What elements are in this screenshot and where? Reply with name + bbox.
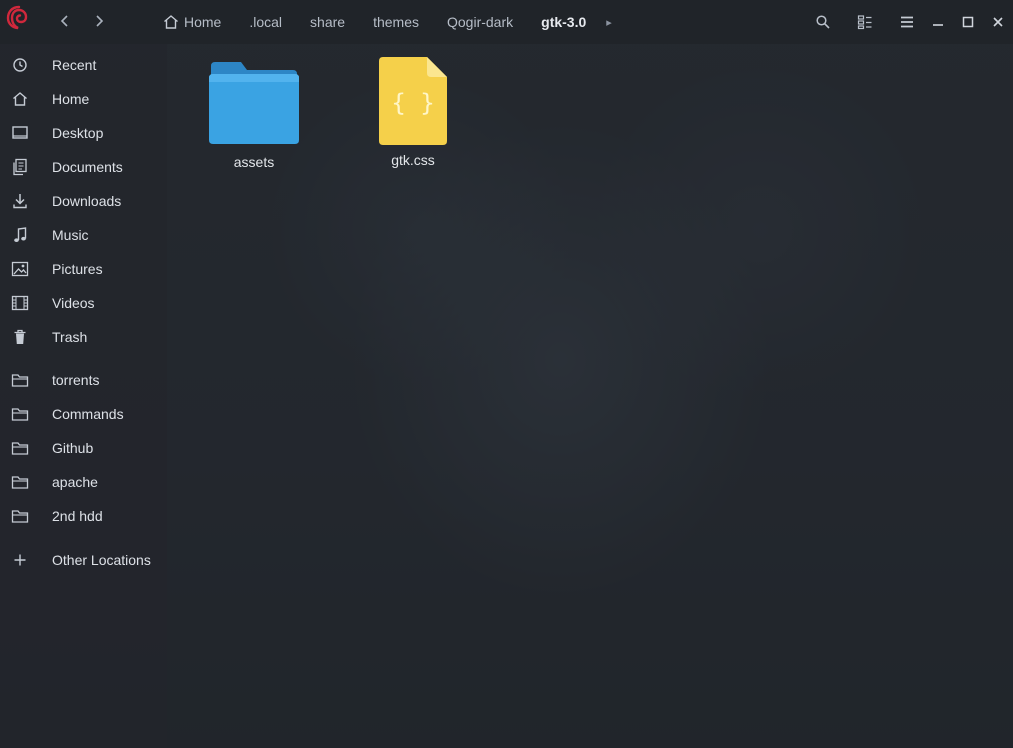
hamburger-menu-icon bbox=[899, 14, 915, 30]
sidebar-item-label: Other Locations bbox=[52, 552, 151, 568]
sidebar-item-documents[interactable]: Documents bbox=[0, 150, 167, 184]
sidebar: Recent Home Desktop Documents Downloads … bbox=[0, 44, 167, 748]
sidebar-item-label: Commands bbox=[52, 406, 124, 422]
sidebar-item-home[interactable]: Home bbox=[0, 82, 167, 116]
sidebar-item-label: Videos bbox=[52, 295, 95, 311]
home-icon bbox=[0, 90, 40, 108]
sidebar-separator bbox=[0, 533, 167, 543]
breadcrumb-label: Home bbox=[184, 14, 222, 30]
sidebar-item-github[interactable]: Github bbox=[0, 431, 167, 465]
breadcrumb-more-icon[interactable]: ▸ bbox=[600, 16, 618, 29]
sidebar-item-downloads[interactable]: Downloads bbox=[0, 184, 167, 218]
file-item-gtk-css[interactable]: { } gtk.css bbox=[358, 57, 468, 168]
breadcrumb-share[interactable]: share bbox=[296, 10, 359, 34]
sidebar-item-label: Home bbox=[52, 91, 90, 107]
sidebar-separator bbox=[0, 354, 167, 363]
breadcrumb-themes[interactable]: themes bbox=[359, 10, 433, 34]
sidebar-item-label: Downloads bbox=[52, 193, 122, 209]
sidebar-item-label: apache bbox=[52, 474, 98, 490]
sidebar-item-label: Documents bbox=[52, 159, 123, 175]
folder-icon bbox=[0, 406, 40, 422]
sidebar-item-label: torrents bbox=[52, 372, 100, 388]
headerbar: Home .local share themes Qogir-dark gtk-… bbox=[0, 0, 1013, 44]
close-icon bbox=[991, 15, 1005, 29]
folder-icon bbox=[0, 508, 40, 524]
sidebar-item-recent[interactable]: Recent bbox=[0, 48, 167, 82]
breadcrumb-local[interactable]: .local bbox=[235, 10, 296, 34]
folder-icon bbox=[0, 440, 40, 456]
view-options-icon bbox=[857, 14, 873, 30]
pictures-icon bbox=[0, 261, 40, 277]
forward-button[interactable] bbox=[88, 10, 110, 32]
breadcrumb-qogir-dark[interactable]: Qogir-dark bbox=[433, 10, 527, 34]
css-file-icon: { } bbox=[367, 57, 459, 145]
trash-icon bbox=[0, 328, 40, 346]
maximize-button[interactable] bbox=[953, 8, 983, 36]
music-icon bbox=[0, 226, 40, 244]
header-tools bbox=[797, 8, 1013, 36]
file-view[interactable]: assets { } gtk.css bbox=[167, 44, 1013, 748]
breadcrumb-home[interactable]: Home bbox=[160, 10, 235, 34]
menu-button[interactable] bbox=[891, 8, 923, 36]
sidebar-item-torrents[interactable]: torrents bbox=[0, 363, 167, 397]
sidebar-item-other-locations[interactable]: Other Locations bbox=[0, 543, 167, 577]
folder-icon bbox=[208, 60, 300, 146]
home-icon bbox=[162, 13, 180, 31]
debian-logo-icon bbox=[4, 4, 32, 32]
sidebar-item-label: Desktop bbox=[52, 125, 104, 141]
search-button[interactable] bbox=[807, 8, 839, 36]
sidebar-item-trash[interactable]: Trash bbox=[0, 320, 167, 354]
sidebar-item-videos[interactable]: Videos bbox=[0, 286, 167, 320]
file-item-assets[interactable]: assets bbox=[199, 60, 309, 170]
close-button[interactable] bbox=[983, 8, 1013, 36]
minimize-button[interactable] bbox=[923, 8, 953, 36]
sidebar-item-commands[interactable]: Commands bbox=[0, 397, 167, 431]
breadcrumb: Home .local share themes Qogir-dark gtk-… bbox=[160, 10, 618, 34]
file-name: assets bbox=[233, 154, 275, 170]
file-name: gtk.css bbox=[391, 152, 435, 168]
view-options-button[interactable] bbox=[849, 8, 881, 36]
documents-icon bbox=[0, 158, 40, 176]
folder-icon bbox=[0, 474, 40, 490]
breadcrumb-gtk-3[interactable]: gtk-3.0 bbox=[527, 10, 600, 34]
sidebar-item-label: Pictures bbox=[52, 261, 103, 277]
sidebar-item-2nd-hdd[interactable]: 2nd hdd bbox=[0, 499, 167, 533]
sidebar-item-label: Trash bbox=[52, 329, 88, 345]
search-icon bbox=[815, 14, 831, 30]
sidebar-item-label: Github bbox=[52, 440, 94, 456]
plus-icon bbox=[0, 553, 40, 567]
downloads-icon bbox=[0, 192, 40, 210]
sidebar-item-desktop[interactable]: Desktop bbox=[0, 116, 167, 150]
sidebar-item-label: Recent bbox=[52, 57, 97, 73]
videos-icon bbox=[0, 295, 40, 311]
recent-icon bbox=[0, 57, 40, 73]
back-button[interactable] bbox=[54, 10, 76, 32]
sidebar-item-pictures[interactable]: Pictures bbox=[0, 252, 167, 286]
folder-icon bbox=[0, 372, 40, 388]
desktop-icon bbox=[0, 125, 40, 141]
sidebar-item-label: Music bbox=[52, 227, 89, 243]
sidebar-item-label: 2nd hdd bbox=[52, 508, 103, 524]
sidebar-item-apache[interactable]: apache bbox=[0, 465, 167, 499]
sidebar-item-music[interactable]: Music bbox=[0, 218, 167, 252]
minimize-icon bbox=[931, 15, 945, 29]
maximize-icon bbox=[961, 15, 975, 29]
svg-text:{ }: { } bbox=[391, 89, 434, 117]
